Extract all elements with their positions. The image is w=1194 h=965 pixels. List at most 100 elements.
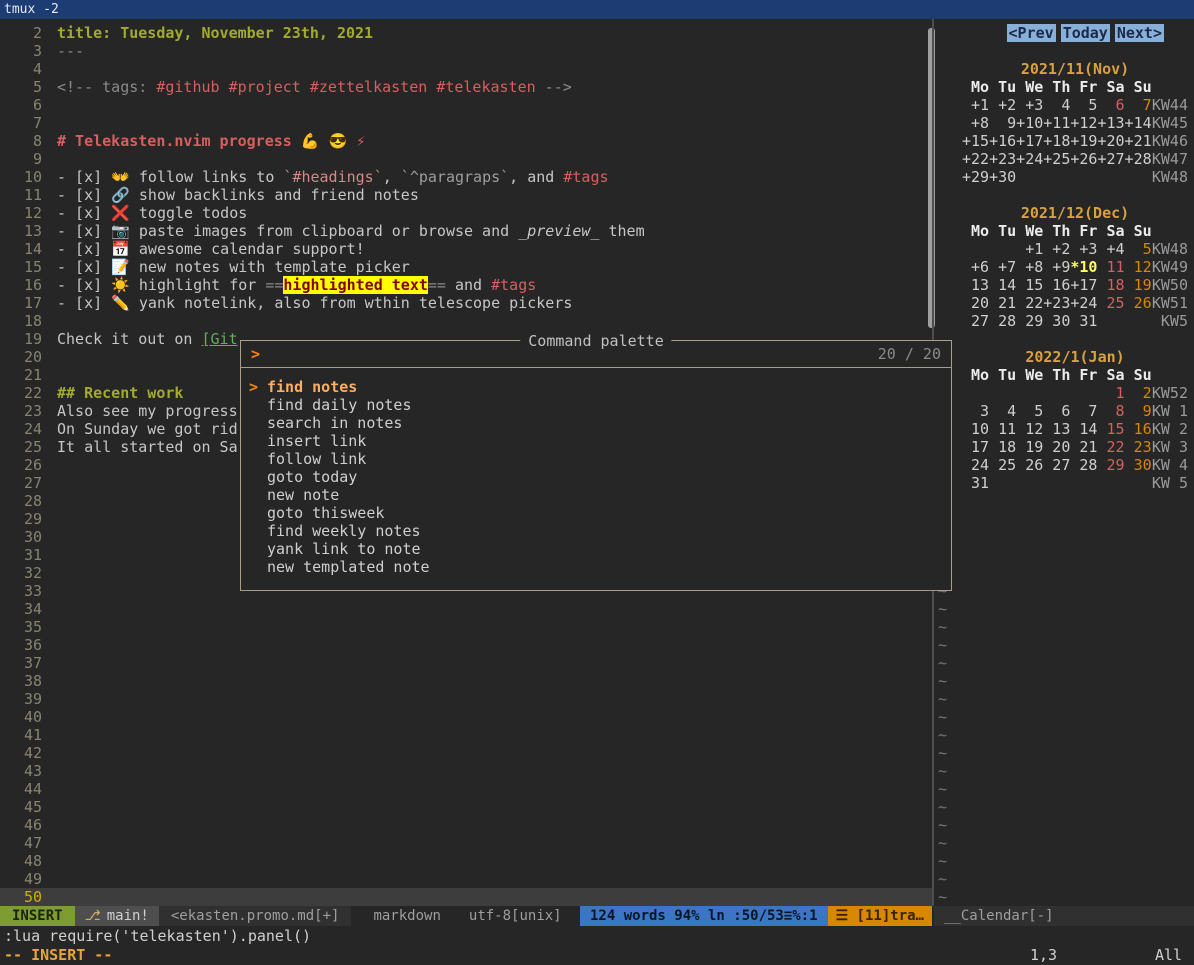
palette-item[interactable]: follow link [241, 450, 951, 468]
line-number: 17 [0, 294, 42, 312]
calendar-next-button[interactable]: Next> [1115, 24, 1164, 42]
line-number: 35 [0, 618, 42, 636]
calendar-week-row[interactable]: 1 2KW52 [962, 384, 1188, 402]
calendar-week-row[interactable]: 27 28 29 30 31KW5 [962, 312, 1188, 330]
calendar-prev-button[interactable]: <Prev [1007, 24, 1056, 42]
empty-line-tilde: ~ [938, 708, 1164, 726]
line-number: 41 [0, 726, 42, 744]
editor-line[interactable]: 13- [x] 📷 paste images from clipboard or… [0, 222, 932, 240]
line-number: 50 [0, 888, 42, 906]
calendar-weekday-header: Mo Tu We Th Fr Sa Su [962, 366, 1188, 384]
editor-line[interactable]: 47 [0, 834, 932, 852]
editor-line[interactable]: 8# Telekasten.nvim progress 💪 😎 ⚡ [0, 132, 932, 150]
line-number: 37 [0, 654, 42, 672]
branch-name: main! [107, 908, 149, 924]
line-number: 43 [0, 762, 42, 780]
command-line[interactable]: :lua require('telekasten').panel() [0, 926, 1194, 946]
line-number: 16 [0, 276, 42, 294]
statusline: INSERT ⎇main! <ekasten.promo.md[+] markd… [0, 906, 932, 926]
empty-line-tilde: ~ [938, 870, 1164, 888]
calendar-week-row[interactable]: +15+16+17+18+19+20+21KW46 [962, 132, 1188, 150]
editor-line[interactable]: 15- [x] 📝 new notes with template picker [0, 258, 932, 276]
filetype: markdown [373, 906, 440, 926]
editor-line[interactable]: 36 [0, 636, 932, 654]
editor-line[interactable]: 44 [0, 780, 932, 798]
palette-item[interactable]: yank link to note [241, 540, 951, 558]
editor-line[interactable]: 11- [x] 🔗 show backlinks and friend note… [0, 186, 932, 204]
line-number: 33 [0, 582, 42, 600]
palette-item[interactable]: find daily notes [241, 396, 951, 414]
line-number: 28 [0, 492, 42, 510]
calendar-week-row[interactable]: +8 9+10+11+12+13+14KW45 [962, 114, 1188, 132]
editor-line[interactable]: 46 [0, 816, 932, 834]
calendar-week-row[interactable]: 3 4 5 6 7 8 9KW 1 [962, 402, 1188, 420]
line-number: 24 [0, 420, 42, 438]
calendar-week-row[interactable]: +1 +2 +3 +4 5KW48 [962, 240, 1188, 258]
line-number: 13 [0, 222, 42, 240]
calendar-week-row[interactable]: 10 11 12 13 14 15 16KW 2 [962, 420, 1188, 438]
command-palette: Command palette > 20 / 20 >find notes fi… [240, 340, 952, 591]
calendar-week-row[interactable]: 20 21 22+23+24 25 26KW51 [962, 294, 1188, 312]
editor-line[interactable]: 12- [x] ❌ toggle todos [0, 204, 932, 222]
editor-line[interactable]: 42 [0, 744, 932, 762]
editor-line[interactable]: 18 [0, 312, 932, 330]
tmux-titlebar: tmux -2 [0, 0, 1194, 19]
editor-line[interactable]: 49 [0, 870, 932, 888]
editor-line[interactable]: 48 [0, 852, 932, 870]
palette-item[interactable]: new templated note [241, 558, 951, 576]
editor-line[interactable]: 41 [0, 726, 932, 744]
empty-line-tilde: ~ [938, 762, 1164, 780]
editor-line[interactable]: 34 [0, 600, 932, 618]
calendar-week-row[interactable]: +1 +2 +3 4 5 6 7KW44 [962, 96, 1188, 114]
week-number: KW50 [1152, 276, 1188, 294]
calendar-week-row[interactable]: 24 25 26 27 28 29 30KW 4 [962, 456, 1188, 474]
palette-input[interactable]: > 20 / 20 [241, 341, 951, 368]
calendar-week-row[interactable]: 13 14 15 16+17 18 19KW50 [962, 276, 1188, 294]
editor-line[interactable]: 38 [0, 672, 932, 690]
editor-line[interactable]: 2title: Tuesday, November 23th, 2021 [0, 24, 932, 42]
editor-line[interactable]: 17- [x] ✏️ yank notelink, also from wthi… [0, 294, 932, 312]
palette-item[interactable]: new note [241, 486, 951, 504]
palette-item[interactable]: goto today [241, 468, 951, 486]
insert-mode-indicator: -- INSERT -- [0, 946, 112, 964]
editor-line[interactable]: 16- [x] ☀️ highlight for ==highlighted t… [0, 276, 932, 294]
editor-line[interactable]: 45 [0, 798, 932, 816]
palette-item[interactable]: goto thisweek [241, 504, 951, 522]
editor-line[interactable]: 50 [0, 888, 932, 906]
editor-line[interactable]: 14- [x] 📅 awesome calendar support! [0, 240, 932, 258]
editor-line[interactable]: 10- [x] 👐 follow links to `#headings`, `… [0, 168, 932, 186]
line-number: 40 [0, 708, 42, 726]
calendar-today-button[interactable]: Today [1061, 24, 1110, 42]
editor-line[interactable]: 9 [0, 150, 932, 168]
line-number: 11 [0, 186, 42, 204]
line-number: 27 [0, 474, 42, 492]
buffer-indicator[interactable]: ☰ [11]tra… [828, 906, 932, 926]
palette-item[interactable]: insert link [241, 432, 951, 450]
line-number: 30 [0, 528, 42, 546]
calendar-week-row[interactable]: +6 +7 +8 +9*10 11 12KW49 [962, 258, 1188, 276]
calendar-week-row[interactable]: +29+30KW48 [962, 168, 1188, 186]
editor-line[interactable]: 39 [0, 690, 932, 708]
editor-line[interactable]: 6 [0, 96, 932, 114]
week-number: KW52 [1152, 384, 1188, 402]
week-number: KW 3 [1152, 438, 1188, 456]
editor-line[interactable]: 3--- [0, 42, 932, 60]
editor-line[interactable]: 7 [0, 114, 932, 132]
line-number: 15 [0, 258, 42, 276]
line-number: 46 [0, 816, 42, 834]
calendar-week-row[interactable]: 31KW 5 [962, 474, 1188, 492]
editor-line[interactable]: 35 [0, 618, 932, 636]
editor-line[interactable]: 5<!-- tags: #github #project #zettelkast… [0, 78, 932, 96]
editor-line[interactable]: 37 [0, 654, 932, 672]
editor-line[interactable]: 4 [0, 60, 932, 78]
editor-line[interactable]: 40 [0, 708, 932, 726]
palette-item[interactable]: search in notes [241, 414, 951, 432]
calendar-week-row[interactable]: +22+23+24+25+26+27+28KW47 [962, 150, 1188, 168]
calendar-week-row[interactable]: 17 18 19 20 21 22 23KW 3 [962, 438, 1188, 456]
editor-line[interactable]: 43 [0, 762, 932, 780]
week-number: KW48 [1152, 240, 1188, 258]
palette-item[interactable]: find weekly notes [241, 522, 951, 540]
empty-line-tilde: ~ [938, 636, 1164, 654]
scroll-indicator: All [1155, 946, 1182, 965]
palette-item[interactable]: >find notes [241, 378, 951, 396]
